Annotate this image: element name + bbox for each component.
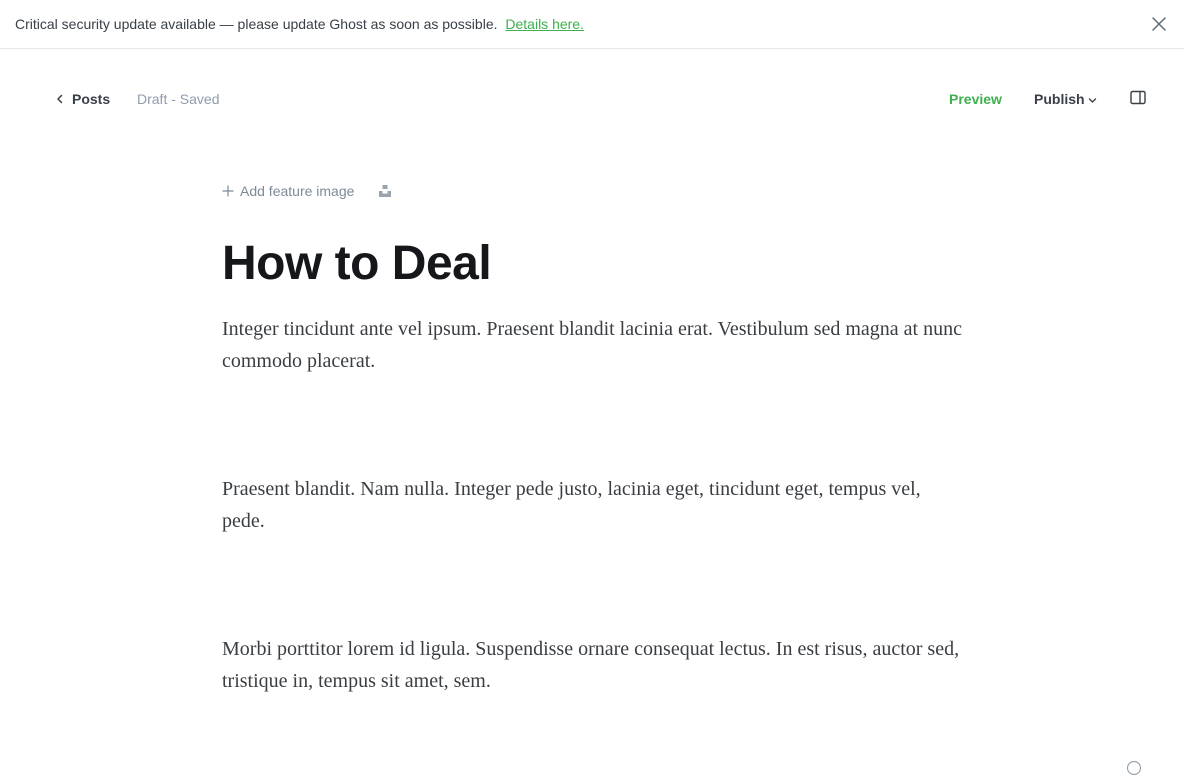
post-paragraph-1[interactable]: Integer tincidunt ante vel ipsum. Praese… xyxy=(222,313,962,377)
chevron-down-icon xyxy=(1088,97,1096,103)
add-feature-image-button[interactable]: Add feature image xyxy=(222,183,354,199)
add-feature-image-label: Add feature image xyxy=(240,183,355,199)
preview-button[interactable]: Preview xyxy=(949,91,1002,107)
sidebar-toggle-icon[interactable] xyxy=(1129,89,1147,107)
unsplash-icon[interactable] xyxy=(378,184,392,198)
chevron-left-icon xyxy=(57,94,63,104)
post-paragraph-2[interactable]: Praesent blandit. Nam nulla. Integer ped… xyxy=(222,473,962,537)
help-icon[interactable] xyxy=(1126,760,1142,776)
plus-icon xyxy=(222,185,234,197)
back-to-posts-link[interactable]: Posts xyxy=(55,90,110,108)
post-title[interactable]: How to Deal xyxy=(222,236,492,291)
banner-details-link[interactable]: Details here. xyxy=(505,16,584,32)
back-to-posts-label: Posts xyxy=(72,91,111,107)
banner-message: Critical security update available — ple… xyxy=(15,16,498,32)
publish-button[interactable]: Publish xyxy=(1034,91,1097,107)
post-paragraph-3[interactable]: Morbi porttitor lorem id ligula. Suspend… xyxy=(222,633,962,697)
security-update-banner: Critical security update available — ple… xyxy=(0,0,1184,49)
post-status: Draft - Saved xyxy=(137,91,220,107)
close-icon[interactable] xyxy=(1150,15,1168,33)
banner-message-row: Critical security update available — ple… xyxy=(15,16,584,32)
feature-image-row: Add feature image xyxy=(222,183,392,199)
publish-label: Publish xyxy=(1034,91,1085,107)
